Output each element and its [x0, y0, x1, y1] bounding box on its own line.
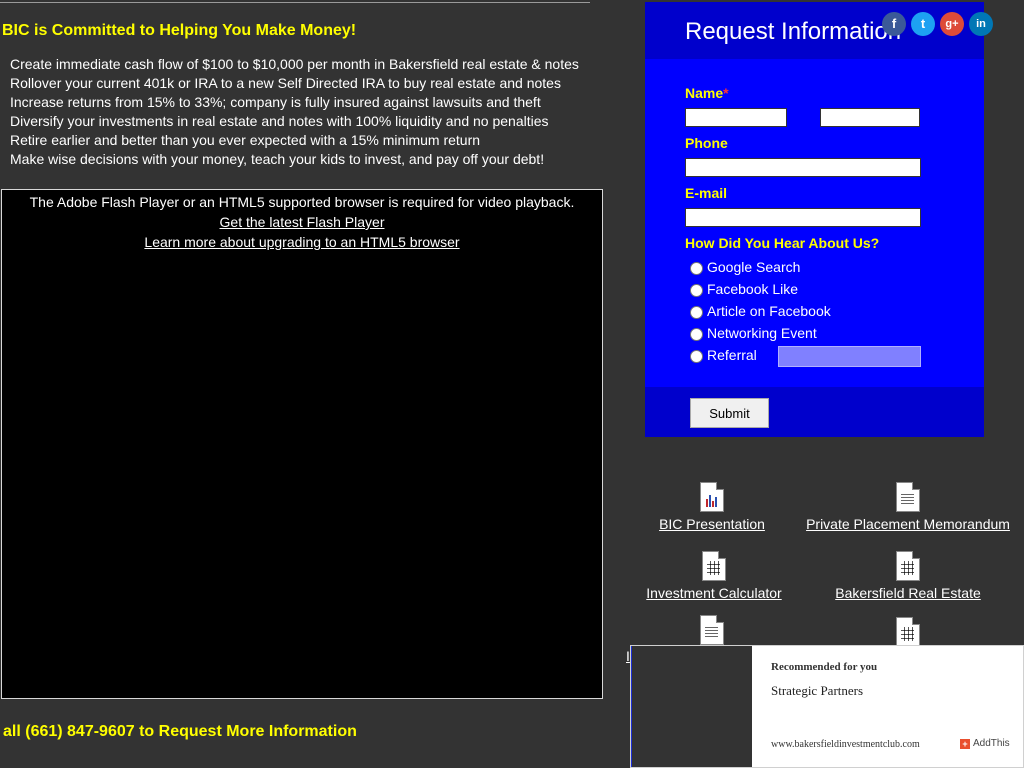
video-requirement-text: The Adobe Flash Player or an HTML5 suppo…	[29, 194, 575, 210]
last-name-input[interactable]	[820, 108, 920, 127]
referral-source-label: How Did You Hear About Us?	[685, 235, 880, 251]
doc-investment-calculator[interactable]: Investment Calculator	[640, 551, 788, 601]
linkedin-icon[interactable]: in	[969, 12, 993, 36]
recommended-widget[interactable]: Recommended for you Strategic Partners w…	[630, 645, 1024, 768]
doc-link[interactable]: Bakersfield Real Estate	[830, 585, 986, 601]
benefit-item: Retire earlier and better than you ever …	[10, 132, 481, 148]
doc-link[interactable]: Private Placement Memorandum	[800, 516, 1016, 532]
first-name-input[interactable]	[685, 108, 787, 127]
benefit-item: Diversify your investments in real estat…	[10, 113, 549, 129]
document-icon	[896, 482, 920, 512]
phone-callout: all (661) 847-9607 to Request More Infor…	[3, 723, 357, 740]
option-facebook-like[interactable]: Facebook Like	[690, 279, 798, 299]
option-label: Article on Facebook	[707, 303, 831, 319]
doc-private-placement-memorandum[interactable]: Private Placement Memorandum	[800, 482, 1016, 532]
option-networking-event[interactable]: Networking Event	[690, 323, 817, 343]
video-fallback-message: The Adobe Flash Player or an HTML5 suppo…	[2, 190, 602, 252]
spreadsheet-icon	[896, 551, 920, 581]
doc-bic-presentation[interactable]: BIC Presentation	[650, 482, 774, 532]
radio-button[interactable]	[690, 284, 703, 297]
benefit-item: Rollover your current 401k or IRA to a n…	[10, 75, 561, 91]
flash-player-link[interactable]: Get the latest Flash Player	[2, 212, 602, 232]
submit-button[interactable]: Submit	[690, 398, 769, 428]
page-headline: BIC is Committed to Helping You Make Mon…	[2, 22, 357, 39]
option-label: Networking Event	[707, 325, 817, 341]
addthis-plus-icon: +	[960, 738, 970, 749]
html5-browser-link[interactable]: Learn more about upgrading to an HTML5 b…	[2, 232, 602, 252]
video-player[interactable]: The Adobe Flash Player or an HTML5 suppo…	[1, 189, 603, 699]
required-marker: *	[723, 85, 729, 101]
recommended-heading: Recommended for you	[771, 661, 878, 673]
addthis-brand[interactable]: + AddThis	[960, 738, 1010, 749]
spreadsheet-icon	[896, 617, 920, 647]
form-title: Request Information	[685, 18, 902, 45]
radio-button[interactable]	[690, 350, 703, 363]
option-label: Google Search	[707, 259, 801, 275]
spreadsheet-icon	[702, 551, 726, 581]
option-article-on-facebook[interactable]: Article on Facebook	[690, 301, 831, 321]
doc-link[interactable]: BIC Presentation	[650, 516, 774, 532]
request-info-form: Request Information Name* Phone E-mail H…	[645, 2, 984, 437]
phone-input[interactable]	[685, 158, 921, 177]
twitter-icon[interactable]: t	[911, 12, 935, 36]
name-label: Name*	[685, 85, 729, 101]
doc-partially-hidden[interactable]	[700, 615, 724, 645]
facebook-icon[interactable]: f	[882, 12, 906, 36]
google-plus-icon[interactable]: g+	[940, 12, 964, 36]
benefits-list: Create immediate cash flow of $100 to $1…	[10, 55, 579, 169]
radio-button[interactable]	[690, 262, 703, 275]
recommended-thumbnail[interactable]	[632, 646, 752, 767]
doc-partially-hidden[interactable]	[896, 617, 920, 647]
phone-label: Phone	[685, 135, 728, 151]
radio-button[interactable]	[690, 328, 703, 341]
benefit-item: Make wise decisions with your money, tea…	[10, 151, 545, 167]
option-referral[interactable]: Referral	[690, 345, 757, 365]
recommended-url: www.bakersfieldinvestmentclub.com	[771, 739, 920, 750]
option-label: Facebook Like	[707, 281, 799, 297]
presentation-chart-icon	[700, 482, 724, 512]
radio-button[interactable]	[690, 306, 703, 319]
email-label: E-mail	[685, 185, 728, 201]
benefit-item: Increase returns from 15% to 33%; compan…	[10, 94, 541, 110]
name-label-text: Name	[685, 85, 724, 101]
doc-bakersfield-real-estate[interactable]: Bakersfield Real Estate	[830, 551, 986, 601]
option-google-search[interactable]: Google Search	[690, 257, 800, 277]
doc-link[interactable]: Investment Calculator	[640, 585, 788, 601]
email-input[interactable]	[685, 208, 921, 227]
recommended-title[interactable]: Strategic Partners	[771, 683, 863, 699]
document-icon	[700, 615, 724, 645]
option-label: Referral	[707, 347, 757, 363]
referral-name-input[interactable]	[778, 346, 921, 367]
benefit-item: Create immediate cash flow of $100 to $1…	[10, 56, 579, 72]
addthis-label: AddThis	[973, 738, 1010, 749]
top-divider	[0, 2, 590, 3]
